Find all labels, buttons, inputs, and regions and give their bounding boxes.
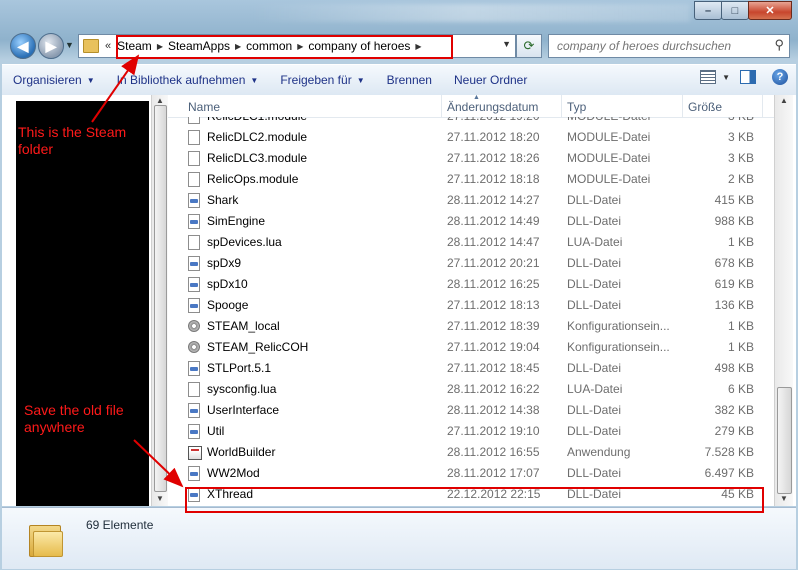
arrow-to-address-icon bbox=[91, 54, 140, 123]
annotation-arrows bbox=[91, 54, 184, 488]
arrow-to-xthread-icon bbox=[133, 439, 184, 488]
explorer-window: – □ ✕ ◀ ▶ ▼ « Steam ▶ SteamApps ▶ common ▶ … bbox=[0, 0, 798, 570]
